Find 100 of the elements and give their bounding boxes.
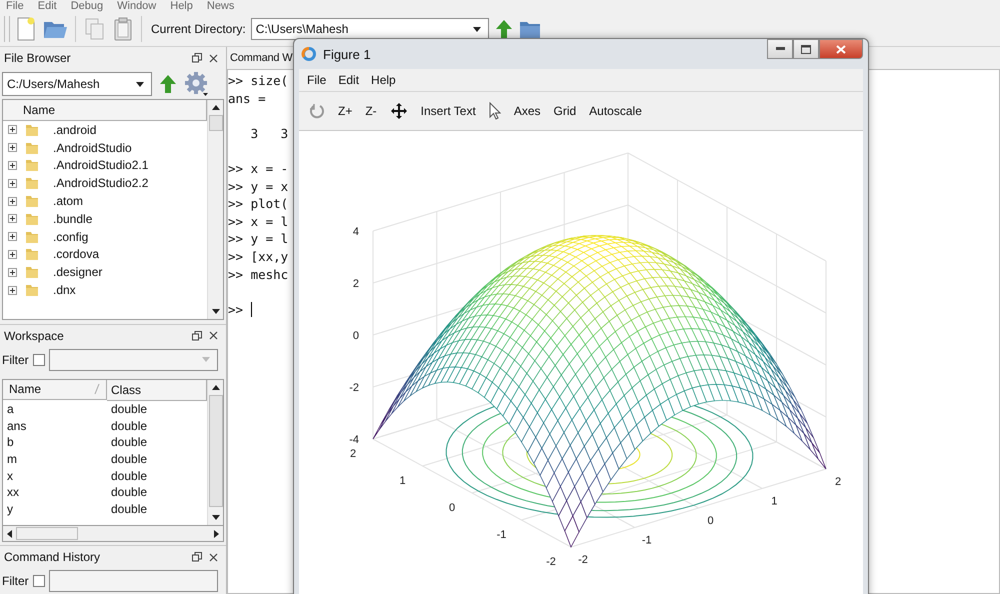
pointer-icon[interactable] bbox=[488, 102, 501, 120]
folder-name[interactable]: .config bbox=[53, 230, 88, 244]
filter-label: Filter bbox=[2, 574, 29, 588]
scroll-right-icon[interactable] bbox=[214, 530, 219, 538]
folder-name[interactable]: .AndroidStudio2.2 bbox=[53, 176, 148, 190]
minimize-icon bbox=[776, 47, 784, 51]
column-header[interactable]: Name bbox=[3, 380, 107, 400]
folder-name[interactable]: .cordova bbox=[53, 247, 100, 262]
tick-label: 4 bbox=[352, 226, 359, 238]
scroll-thumb[interactable] bbox=[208, 115, 222, 131]
console-line: >> y = l bbox=[228, 230, 288, 248]
expand-icon[interactable] bbox=[8, 143, 17, 152]
clipboard-icon[interactable] bbox=[112, 16, 134, 42]
expand-icon[interactable] bbox=[8, 125, 17, 134]
column-header[interactable]: Class bbox=[107, 380, 207, 401]
folder-icon bbox=[25, 122, 39, 137]
console-line: >> y = x bbox=[228, 178, 288, 196]
toolbar-button[interactable]: Grid bbox=[554, 104, 576, 118]
folder-name[interactable]: .AndroidStudio bbox=[53, 140, 132, 155]
current-directory-field[interactable]: C:\Users\Mahesh bbox=[250, 18, 489, 40]
scrollbar[interactable] bbox=[2, 526, 224, 542]
folder-icon bbox=[25, 176, 39, 190]
scroll-left-icon[interactable] bbox=[7, 530, 12, 538]
minimize-button[interactable] bbox=[767, 39, 793, 59]
console-line: >> size( bbox=[228, 72, 288, 90]
menu-item[interactable]: Edit bbox=[38, 0, 57, 12]
table-cell-text: m bbox=[6, 452, 18, 466]
up-arrow-icon[interactable] bbox=[158, 73, 178, 95]
dropdown-arrow-icon[interactable] bbox=[133, 82, 147, 86]
expand-icon[interactable] bbox=[8, 214, 17, 224]
panel-title: Workspace bbox=[4, 328, 65, 343]
scroll-down-icon[interactable] bbox=[212, 308, 220, 314]
expand-icon[interactable] bbox=[8, 178, 17, 188]
close-icon[interactable] bbox=[209, 331, 218, 340]
expand-icon[interactable] bbox=[8, 160, 17, 170]
table-cell-text: b bbox=[6, 435, 15, 450]
scroll-up-icon[interactable] bbox=[212, 105, 220, 110]
toolbar-button[interactable]: Z- bbox=[365, 104, 377, 118]
menu-item[interactable]: Edit bbox=[338, 73, 360, 87]
expand-icon[interactable] bbox=[8, 232, 17, 242]
folder-name[interactable]: .android bbox=[53, 122, 96, 137]
path-field[interactable]: C:/Users/Mahesh bbox=[2, 72, 152, 96]
panel-title: File Browser bbox=[4, 51, 72, 65]
scroll-down-icon[interactable] bbox=[212, 515, 220, 520]
folder-name[interactable]: .AndroidStudio2.1 bbox=[53, 158, 148, 172]
maximize-button[interactable] bbox=[793, 39, 819, 59]
tick-label: 1 bbox=[771, 496, 778, 508]
close-button[interactable] bbox=[819, 39, 863, 59]
panel-title: Command History bbox=[4, 550, 102, 564]
folder-name[interactable]: .bundle bbox=[53, 212, 92, 226]
scroll-thumb[interactable] bbox=[16, 527, 78, 540]
folder-name[interactable]: .designer bbox=[53, 265, 102, 280]
undock-icon[interactable] bbox=[192, 53, 202, 63]
undock-icon[interactable] bbox=[192, 552, 202, 562]
menu-item[interactable]: Window bbox=[117, 0, 156, 12]
scroll-thumb[interactable] bbox=[208, 394, 222, 507]
filter-field[interactable] bbox=[48, 348, 218, 371]
window-title: Figure 1 bbox=[323, 46, 372, 62]
new-file-icon[interactable] bbox=[15, 16, 37, 42]
tick-label: 2 bbox=[352, 278, 359, 290]
current-directory-label: Current Directory: bbox=[151, 22, 246, 36]
table-cell-text: double bbox=[110, 435, 148, 450]
pan-icon[interactable] bbox=[390, 102, 408, 120]
scroll-up-icon[interactable] bbox=[212, 384, 220, 390]
menu-item[interactable]: Help bbox=[170, 0, 193, 12]
table-cell-text: double bbox=[110, 468, 148, 483]
filter-field[interactable] bbox=[48, 570, 218, 592]
toolbar-button[interactable]: Axes bbox=[514, 104, 540, 118]
table-cell-text: y bbox=[6, 502, 14, 516]
tick-label: 0 bbox=[448, 502, 456, 514]
filter-checkbox[interactable] bbox=[32, 575, 45, 587]
console-line: 3 3 bbox=[250, 124, 288, 142]
menu-item[interactable]: Help bbox=[371, 73, 396, 87]
ring-icon bbox=[301, 46, 317, 62]
expand-icon[interactable] bbox=[8, 268, 17, 277]
table-cell-text: double bbox=[110, 485, 148, 500]
undock-icon[interactable] bbox=[192, 330, 202, 341]
up-arrow-icon[interactable] bbox=[494, 18, 514, 40]
table-cell-text: double bbox=[110, 402, 148, 416]
toolbar-button[interactable]: Z+ bbox=[338, 104, 352, 118]
menu-item[interactable]: File bbox=[6, 0, 24, 12]
menu-item[interactable]: Debug bbox=[70, 0, 104, 12]
expand-icon[interactable] bbox=[8, 250, 17, 259]
maximize-icon bbox=[801, 44, 811, 54]
folder-icon bbox=[25, 230, 39, 244]
close-icon[interactable] bbox=[209, 552, 218, 562]
menu-item[interactable]: File bbox=[307, 73, 326, 87]
expand-icon[interactable] bbox=[8, 286, 17, 295]
expand-icon[interactable] bbox=[8, 196, 17, 206]
tick-label: -2 bbox=[349, 382, 359, 394]
folder-name[interactable]: .dnx bbox=[53, 283, 76, 298]
tick-label: 1 bbox=[399, 475, 406, 487]
toolbar-button[interactable]: Insert Text bbox=[420, 104, 476, 118]
menu-item[interactable]: News bbox=[206, 0, 234, 12]
folder-name[interactable]: .atom bbox=[53, 194, 84, 208]
toolbar-button[interactable]: Autoscale bbox=[589, 104, 642, 118]
column-header[interactable]: Name bbox=[3, 100, 207, 121]
tick-label: 0 bbox=[707, 515, 714, 527]
filter-checkbox[interactable] bbox=[32, 354, 45, 366]
close-icon[interactable] bbox=[209, 54, 218, 62]
